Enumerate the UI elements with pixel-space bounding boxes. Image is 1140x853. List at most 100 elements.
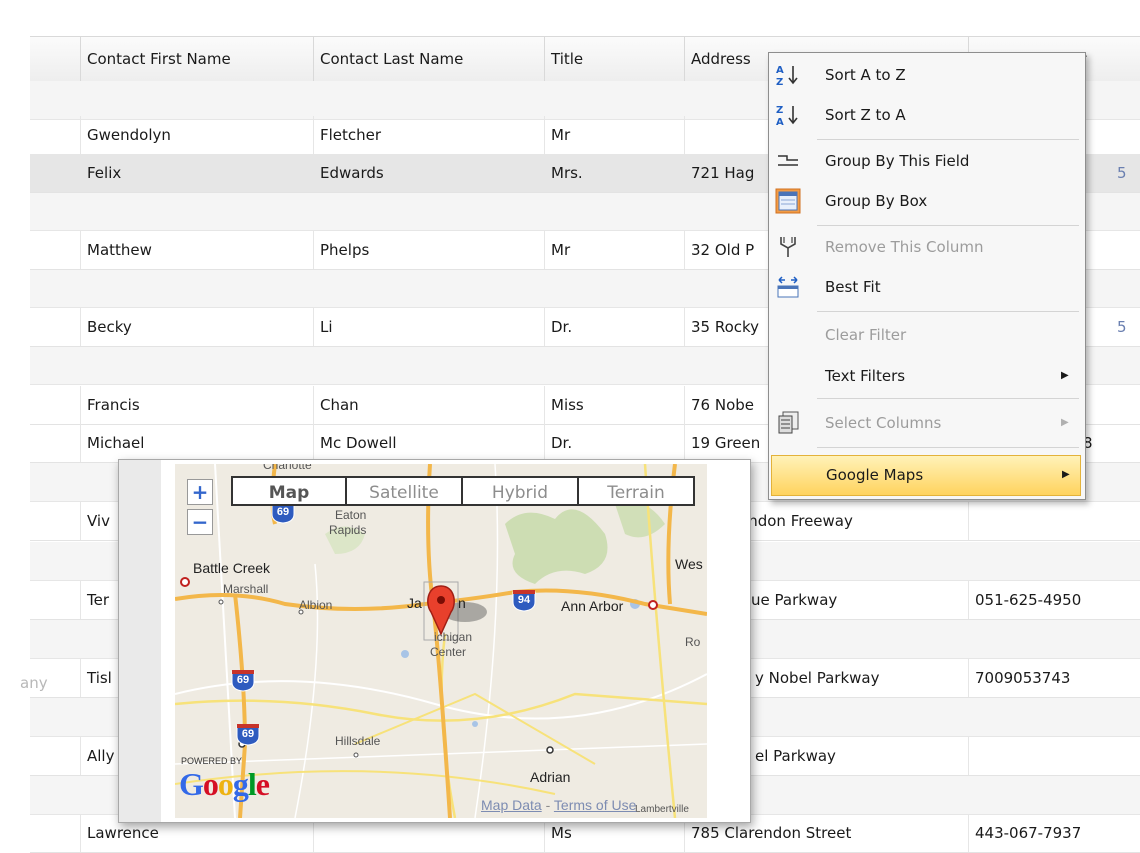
place-label: Charlotte (263, 464, 312, 472)
google-logo: POWERED BY Google (177, 756, 289, 812)
menu-item-sort-a-to-z[interactable]: A Z Sort A to Z (771, 55, 1081, 95)
menu-item-label: Select Columns (825, 414, 942, 432)
column-header-title[interactable]: Title (544, 37, 684, 81)
map-type-hybrid-button[interactable]: Hybrid (461, 476, 579, 506)
terms-of-use-link[interactable]: Terms of Use (554, 797, 636, 813)
submenu-arrow-icon: ▶ (1061, 417, 1069, 428)
menu-item-label: Sort A to Z (825, 66, 906, 84)
map-viewport[interactable]: Charlotte Eaton Rapids Battle Creek Mars… (175, 464, 707, 818)
cell-title: Mr (544, 116, 684, 154)
place-label: Eaton (335, 508, 367, 522)
highway-shield-icon: 94 (511, 588, 537, 612)
cell-title: Mr (544, 231, 684, 269)
place-label: n (458, 595, 466, 611)
place-label: Lambertville (635, 804, 689, 815)
menu-item-group-by-field[interactable]: Group By This Field (771, 141, 1081, 181)
menu-separator (817, 139, 1079, 140)
cell-last-name: Li (313, 308, 544, 346)
popup-left-strip (119, 460, 161, 822)
cell-last-name: Edwards (313, 154, 544, 192)
sort-a-to-z-icon: A Z (776, 65, 798, 88)
menu-item-google-maps[interactable]: Google Maps ▶ (771, 455, 1081, 496)
powered-by-text: POWERED BY (181, 756, 243, 766)
svg-text:A: A (776, 117, 784, 128)
menu-item-group-by-box[interactable]: Group By Box (771, 181, 1081, 221)
cell-phone (968, 502, 1140, 540)
svg-text:A: A (776, 65, 784, 76)
menu-item-label: Best Fit (825, 278, 881, 296)
cell-first-name: Becky (80, 308, 313, 346)
place-label: Rapids (329, 523, 367, 537)
cell-phone: 443-067-7937 (968, 814, 1140, 852)
submenu-arrow-icon: ▶ (1062, 469, 1070, 480)
cell-first-name: Michael (80, 424, 313, 462)
place-label: Center (430, 645, 467, 659)
cell-last-name: Chan (313, 386, 544, 424)
select-columns-icon (778, 411, 799, 434)
zoom-out-button[interactable]: − (187, 509, 213, 535)
highway-shield-icon: 69 (230, 668, 256, 692)
column-context-menu: A Z Sort A to Z Z A Sort Z to A Group By… (768, 52, 1086, 500)
place-label: Marshall (223, 582, 269, 596)
menu-separator (817, 398, 1079, 399)
menu-item-label: Google Maps (826, 466, 924, 484)
menu-item-label: Clear Filter (825, 326, 907, 344)
remove-column-icon (780, 237, 796, 257)
group-by-field-icon (778, 155, 798, 166)
cell-last-name: Mc Dowell (313, 424, 544, 462)
highway-shield-icon: 69 (235, 722, 261, 746)
zoom-in-button[interactable]: + (187, 479, 213, 505)
menu-item-label: Group By This Field (825, 152, 970, 170)
menu-separator (817, 311, 1079, 312)
best-fit-icon (777, 276, 799, 298)
column-header-first-name[interactable]: Contact First Name (80, 37, 313, 81)
cell-first-name: Matthew (80, 231, 313, 269)
cell-title: Miss (544, 386, 684, 424)
menu-separator (817, 447, 1079, 448)
submenu-arrow-icon: ▶ (1061, 370, 1069, 381)
cell-title: Dr. (544, 424, 684, 462)
map-type-terrain-button[interactable]: Terrain (577, 476, 695, 506)
svg-text:Z: Z (776, 105, 783, 116)
map-type-map-button[interactable]: Map (231, 476, 347, 506)
menu-item-remove-column[interactable]: Remove This Column (771, 227, 1081, 267)
menu-item-label: Text Filters (825, 367, 906, 385)
menu-item-sort-z-to-a[interactable]: Z A Sort Z to A (771, 95, 1081, 135)
cell-phone (968, 737, 1140, 775)
cell-title: Dr. (544, 308, 684, 346)
place-label: Albion (299, 598, 333, 612)
map-attribution: Map Data - Terms of Use (481, 797, 637, 813)
place-label: Ann Arbor (561, 598, 624, 614)
place-label: Ro (685, 635, 701, 649)
faded-cell-text: any (20, 674, 48, 692)
google-logo-text: Google (179, 766, 270, 802)
menu-item-label: Group By Box (825, 192, 928, 210)
cell-first-name: Francis (80, 386, 313, 424)
menu-item-clear-filter[interactable]: Clear Filter (771, 315, 1081, 355)
menu-item-select-columns[interactable]: Select Columns ▶ (771, 403, 1081, 443)
cell-last-name: Fletcher (313, 116, 544, 154)
place-label: ichigan (434, 630, 473, 644)
cell-phone: 051-625-4950 (968, 581, 1140, 619)
menu-item-label: Sort Z to A (825, 106, 906, 124)
google-map-popup: Charlotte Eaton Rapids Battle Creek Mars… (118, 459, 751, 823)
sort-z-to-a-icon: Z A (776, 105, 798, 128)
menu-separator (817, 225, 1079, 226)
svg-text:Z: Z (776, 77, 783, 88)
cell-first-name: Felix (80, 154, 313, 192)
column-header-last-name[interactable]: Contact Last Name (313, 37, 544, 81)
map-data-link[interactable]: Map Data (481, 797, 542, 813)
menu-item-label: Remove This Column (825, 238, 984, 256)
cell-last-name: Phelps (313, 231, 544, 269)
place-label: Wes (675, 556, 703, 572)
menu-item-text-filters[interactable]: Text Filters ▶ (771, 356, 1081, 396)
group-by-box-icon (775, 188, 801, 214)
cell-first-name: Gwendolyn (80, 116, 313, 154)
place-label: Adrian (530, 769, 571, 785)
place-label: Ja (407, 595, 422, 611)
place-label: Hillsdale (335, 734, 381, 748)
cell-title: Mrs. (544, 154, 684, 192)
map-type-satellite-button[interactable]: Satellite (345, 476, 463, 506)
place-label: Battle Creek (193, 560, 271, 576)
menu-item-best-fit[interactable]: Best Fit (771, 267, 1081, 307)
